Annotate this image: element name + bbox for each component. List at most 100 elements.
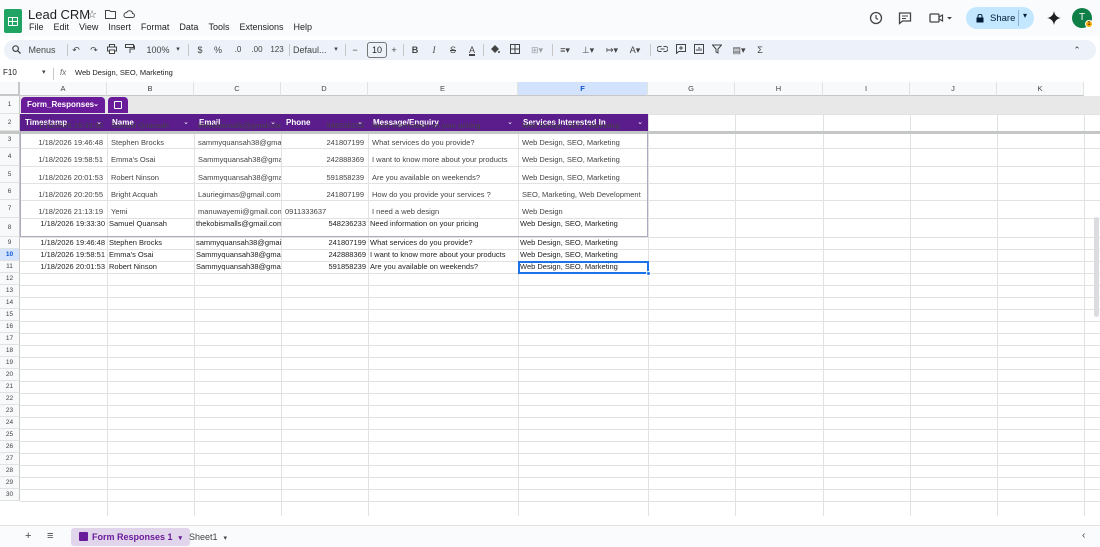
table-cell[interactable]: 1/18/2026 20:20:55	[20, 186, 107, 203]
font-size-decrease-button[interactable]: −	[350, 40, 360, 60]
column-header[interactable]: G	[648, 82, 735, 96]
table-cell[interactable]: I want to know more about your products	[368, 151, 518, 168]
table-cell[interactable]: 241807199	[281, 134, 368, 151]
row-header[interactable]: 11	[0, 261, 20, 273]
row-header[interactable]: 20	[0, 369, 20, 381]
cell[interactable]: Samuel Quansah	[107, 218, 194, 230]
active-cell-selection[interactable]	[518, 261, 649, 274]
column-header[interactable]: E	[368, 82, 518, 96]
row-header[interactable]: 12	[0, 273, 20, 285]
menu-view[interactable]: View	[79, 22, 98, 32]
all-sheets-button[interactable]: ≡	[47, 530, 53, 542]
row-header[interactable]: 29	[0, 477, 20, 489]
menu-file[interactable]: File	[29, 22, 44, 32]
account-avatar[interactable]: T 1	[1072, 8, 1093, 28]
percent-format-button[interactable]: %	[212, 40, 224, 60]
cell[interactable]: I want to know more about your products	[368, 249, 518, 261]
zoom-select[interactable]: 100%	[143, 40, 173, 60]
text-rotation-icon[interactable]: A▾	[626, 40, 644, 60]
font-size-increase-button[interactable]: +	[389, 40, 399, 60]
star-icon[interactable]: ☆	[86, 9, 98, 21]
cell[interactable]: Need information on your pricing	[368, 218, 518, 230]
explore-collapse-icon[interactable]: ‹	[1082, 530, 1085, 541]
table-cell[interactable]: sammyquansah38@gmail.com	[194, 134, 281, 151]
cell[interactable]: 1/18/2026 19:46:48	[20, 237, 107, 249]
row-header[interactable]: 30	[0, 489, 20, 501]
table-cell[interactable]: What services do you provide?	[368, 134, 518, 151]
cell[interactable]: What services do you provide?	[368, 237, 518, 249]
table-cell[interactable]: Bright Acquah	[107, 186, 194, 203]
merge-cells-icon[interactable]: ⊞▾	[528, 40, 546, 60]
table-cell[interactable]: Web Design, SEO, Marketing	[518, 117, 648, 134]
menu-extensions[interactable]: Extensions	[239, 22, 283, 32]
row-header[interactable]: 28	[0, 465, 20, 477]
cell[interactable]: Emma's Osai	[107, 249, 194, 261]
menu-data[interactable]: Data	[179, 22, 198, 32]
row-header[interactable]: 22	[0, 393, 20, 405]
table-cell[interactable]: Need information on your pricing	[368, 117, 518, 134]
sheet-tab-sheet1[interactable]: Sheet1 ▾	[181, 528, 235, 546]
redo-icon[interactable]: ↷	[88, 40, 100, 60]
cell[interactable]: Stephen Brocks	[107, 237, 194, 249]
name-box[interactable]: F10	[3, 68, 17, 77]
cell[interactable]: Web Design, SEO, Marketing	[518, 237, 648, 249]
comments-icon[interactable]	[898, 11, 912, 25]
menu-help[interactable]: Help	[293, 22, 312, 32]
cell[interactable]: Sammyquansah38@gmail.com	[194, 249, 281, 261]
fill-color-icon[interactable]	[489, 40, 501, 60]
row-header[interactable]: 24	[0, 417, 20, 429]
row-header[interactable]: 19	[0, 357, 20, 369]
search-menus[interactable]: Menus	[12, 40, 62, 60]
italic-button[interactable]: I	[428, 40, 440, 60]
column-header[interactable]: D	[281, 82, 368, 96]
table-options-icon[interactable]	[108, 97, 128, 113]
increase-decimal-button[interactable]: .00	[249, 40, 265, 60]
menu-insert[interactable]: Insert	[108, 22, 131, 32]
row-header[interactable]: 2	[0, 114, 20, 131]
collapse-toolbar-icon[interactable]: ⌃	[1071, 40, 1083, 60]
add-sheet-button[interactable]: +	[25, 530, 31, 542]
row-header[interactable]: 25	[0, 429, 20, 441]
table-cell[interactable]: 591858239	[281, 169, 368, 186]
table-cell[interactable]: Emma's Osai	[107, 151, 194, 168]
cell[interactable]: sammyquansah38@gmail.com	[194, 237, 281, 249]
insert-link-icon[interactable]	[656, 40, 668, 60]
table-cell[interactable]: Samuel Quansah	[107, 117, 194, 134]
strikethrough-button[interactable]: S	[447, 40, 459, 60]
table-cell[interactable]: Sammyquansah38@gmail.com	[194, 169, 281, 186]
table-cell[interactable]: 1/18/2026 19:58:51	[20, 151, 107, 168]
row-header[interactable]: 21	[0, 381, 20, 393]
bold-button[interactable]: B	[409, 40, 421, 60]
number-format-button[interactable]: 123	[269, 40, 285, 60]
row-header[interactable]: 15	[0, 309, 20, 321]
row-header[interactable]: 13	[0, 285, 20, 297]
formula-input[interactable]: Web Design, SEO, Marketing	[75, 68, 173, 77]
menu-edit[interactable]: Edit	[54, 22, 70, 32]
borders-icon[interactable]	[509, 40, 521, 60]
row-header[interactable]: 8	[0, 218, 20, 237]
table-cell[interactable]: Robert Ninson	[107, 169, 194, 186]
cell[interactable]: 591858239	[281, 261, 368, 273]
row-header[interactable]: 4	[0, 148, 20, 166]
spreadsheet-grid[interactable]: A B C D E F G H I J K 1 2 3 4 5 6 7 8 9 10 11 12 13 14 15 16 17 18 19…	[0, 82, 1100, 516]
vertical-align-icon[interactable]: ⊥▾	[580, 40, 596, 60]
sheets-logo-icon[interactable]	[4, 9, 22, 33]
paint-format-icon[interactable]	[124, 40, 136, 60]
table-cell[interactable]: Lauriegimas@gmail.com	[194, 186, 281, 203]
filter-icon[interactable]	[711, 40, 723, 60]
row-header[interactable]: 10	[0, 249, 20, 261]
column-header[interactable]: F	[518, 82, 648, 96]
row-header[interactable]: 26	[0, 441, 20, 453]
row-header[interactable]: 9	[0, 237, 20, 249]
select-all-corner[interactable]	[0, 82, 20, 96]
font-family-select[interactable]: Defaul...	[293, 40, 333, 60]
row-header[interactable]: 17	[0, 333, 20, 345]
table-cell[interactable]: Are you available on weekends?	[368, 169, 518, 186]
column-header[interactable]: A	[20, 82, 107, 96]
font-dropdown-icon[interactable]: ▾	[332, 40, 340, 60]
table-cell[interactable]: 548236233	[281, 117, 368, 134]
text-wrapping-icon[interactable]: ↦▾	[603, 40, 621, 60]
cell[interactable]: thekobismalls@gmail.com	[194, 218, 281, 230]
row-header[interactable]: 16	[0, 321, 20, 333]
table-cell[interactable]: 242888369	[281, 151, 368, 168]
